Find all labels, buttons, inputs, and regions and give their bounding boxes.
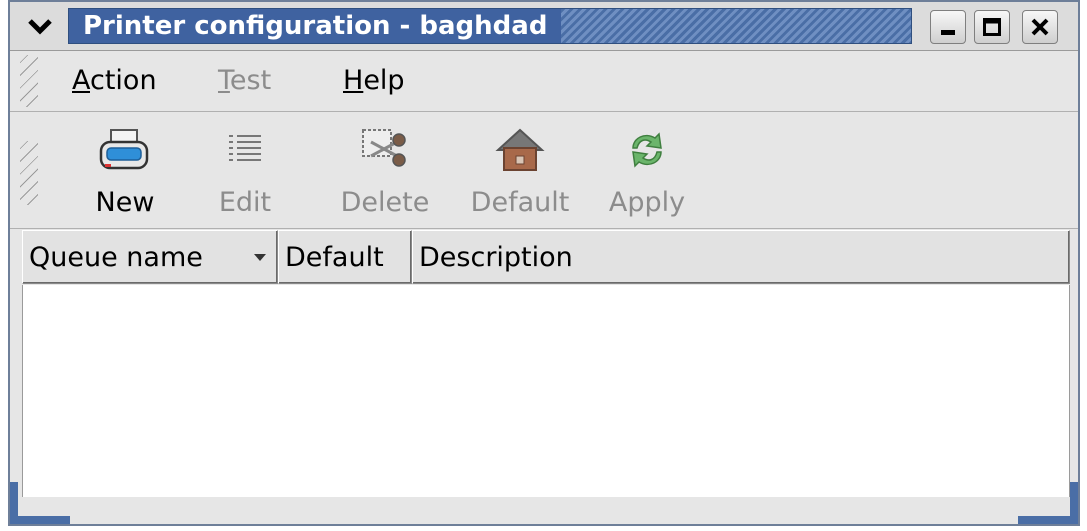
window-frame-bottom-right[interactable] bbox=[1018, 516, 1078, 524]
apply-button[interactable]: Apply bbox=[602, 123, 692, 218]
column-header-description[interactable]: Description bbox=[412, 230, 1070, 284]
column-queue-name-label: Queue name bbox=[29, 241, 203, 273]
window-menu-button[interactable] bbox=[16, 8, 64, 44]
menu-test[interactable]: Test bbox=[218, 65, 271, 96]
column-header-default[interactable]: Default bbox=[278, 230, 412, 284]
new-button-label: New bbox=[95, 187, 155, 218]
menu-help-label: elp bbox=[363, 65, 405, 96]
menubar-grip-handle[interactable] bbox=[20, 55, 38, 107]
apply-button-label: Apply bbox=[608, 187, 686, 218]
close-icon bbox=[1031, 18, 1049, 36]
maximize-button[interactable] bbox=[974, 10, 1010, 44]
column-header-queue-name[interactable]: Queue name bbox=[22, 230, 278, 284]
close-button[interactable] bbox=[1022, 10, 1058, 44]
house-icon bbox=[495, 128, 545, 171]
delete-button[interactable]: Delete bbox=[330, 123, 440, 218]
edit-button[interactable]: Edit bbox=[210, 123, 280, 218]
edit-list-icon bbox=[229, 135, 261, 161]
chevron-down-icon bbox=[28, 19, 52, 35]
menu-action[interactable]: Action bbox=[72, 65, 157, 96]
minimize-icon bbox=[941, 30, 955, 35]
minimize-button[interactable] bbox=[930, 10, 966, 44]
title-bar: Printer configuration - baghdad bbox=[10, 2, 1078, 51]
refresh-arrows-icon bbox=[632, 132, 662, 168]
window-frame-bottom-left[interactable] bbox=[10, 516, 70, 524]
status-bar bbox=[10, 498, 1078, 524]
printer-icon bbox=[99, 129, 149, 170]
edit-button-label: Edit bbox=[218, 187, 272, 218]
menu-action-mnemonic: A bbox=[72, 65, 90, 96]
menu-bar: Action Test Help bbox=[10, 51, 1078, 112]
sort-descending-icon bbox=[254, 254, 266, 261]
menu-test-mnemonic: T bbox=[218, 65, 230, 96]
scissors-delete-icon bbox=[362, 129, 406, 167]
title-drag-area[interactable]: Printer configuration - baghdad bbox=[68, 8, 912, 44]
default-button-label: Default bbox=[470, 187, 570, 218]
toolbar-grip-handle[interactable] bbox=[20, 141, 38, 205]
delete-button-label: Delete bbox=[340, 187, 430, 218]
menu-help-mnemonic: H bbox=[343, 65, 364, 96]
printer-configuration-window: Printer configuration - baghdad Action T… bbox=[8, 0, 1080, 526]
queue-list[interactable] bbox=[22, 285, 1070, 497]
column-default-label: Default bbox=[285, 241, 384, 273]
column-description-label: Description bbox=[419, 241, 573, 273]
default-button[interactable]: Default bbox=[460, 123, 580, 218]
maximize-icon bbox=[983, 18, 1001, 36]
menu-test-label: est bbox=[229, 65, 272, 96]
menu-action-label: ction bbox=[90, 65, 157, 96]
menu-help[interactable]: Help bbox=[343, 65, 405, 96]
window-title: Printer configuration - baghdad bbox=[69, 9, 562, 43]
new-button[interactable]: New bbox=[80, 123, 170, 218]
queue-list-header: Queue name Default Description bbox=[22, 230, 1070, 284]
toolbar: New Edit Delete Default Apply bbox=[10, 113, 1078, 229]
